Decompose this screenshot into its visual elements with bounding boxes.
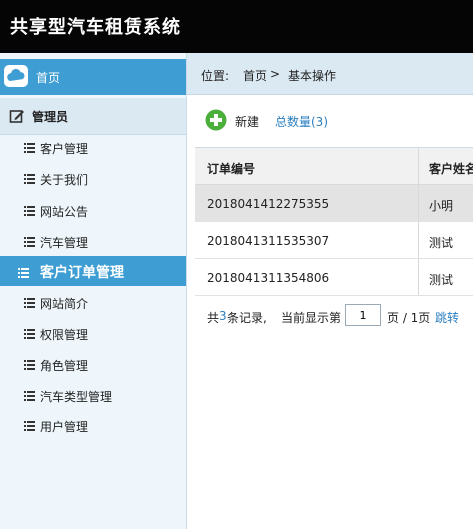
sidebar-item-home[interactable]: 首页	[0, 59, 186, 95]
sidebar-item-permissions[interactable]: 权限管理	[0, 318, 186, 348]
pager-current-label: 当前显示第	[281, 311, 342, 325]
pager-total-pages: 页 / 1页	[387, 311, 431, 325]
list-icon	[24, 359, 35, 370]
plus-circle-icon	[205, 109, 227, 131]
sidebar-item-label: 权限管理	[40, 328, 89, 342]
column-divider	[418, 185, 419, 221]
sidebar-item-label: 网站简介	[40, 297, 89, 311]
table-row[interactable]: 2018041311535307 测试	[195, 222, 473, 259]
sidebar-item-label: 汽车类型管理	[40, 390, 113, 404]
pager-records-suffix: 条记录,	[227, 311, 267, 325]
order-no-cell: 2018041311535307	[207, 234, 330, 248]
sidebar-item-label: 客户管理	[40, 142, 89, 156]
total-count-link[interactable]: 总数量(3)	[275, 113, 328, 130]
sidebar: 首页 管理员 客户管理 关于我们 网站公告 汽车管理 客户订单管理 网站简介 权…	[0, 53, 187, 529]
list-icon	[24, 205, 35, 216]
main-content: 位置: 首页 > 基本操作 新建 总数量(3) 订单编号 客户姓名 201804…	[187, 53, 473, 529]
new-button-label: 新建	[235, 115, 260, 129]
sidebar-item-label: 用户管理	[40, 420, 89, 434]
column-header-order-no[interactable]: 订单编号	[207, 160, 255, 177]
sidebar-item-users[interactable]: 用户管理	[0, 410, 186, 440]
list-icon	[24, 173, 35, 184]
column-divider	[418, 148, 419, 184]
list-icon	[24, 236, 35, 247]
sidebar-item-car[interactable]: 汽车管理	[0, 226, 186, 256]
sidebar-item-label: 关于我们	[40, 173, 89, 187]
customer-cell: 测试	[429, 236, 454, 250]
pager-record-count: 3	[219, 309, 227, 323]
new-button[interactable]: 新建	[205, 109, 267, 135]
sidebar-item-about[interactable]: 关于我们	[0, 163, 186, 193]
orders-table: 订单编号 客户姓名 20180414122753​55 小明 201804131…	[195, 147, 473, 296]
sidebar-item-label: 首页	[36, 71, 61, 85]
sidebar-item-site-intro[interactable]: 网站简介	[0, 287, 186, 317]
breadcrumb-home-link[interactable]: 首页	[243, 67, 267, 84]
list-icon	[24, 390, 35, 401]
sidebar-item-announcement[interactable]: 网站公告	[0, 195, 186, 225]
column-divider	[418, 259, 419, 295]
breadcrumb-separator: >	[270, 67, 281, 81]
sidebar-item-roles[interactable]: 角色管理	[0, 349, 186, 379]
column-divider	[418, 222, 419, 258]
app-title: 共享型汽车租赁系统	[10, 17, 181, 38]
sidebar-item-car-types[interactable]: 汽车类型管理	[0, 380, 186, 410]
breadcrumb: 位置: 首页 > 基本操作	[187, 53, 473, 95]
breadcrumb-current: 基本操作	[288, 69, 337, 83]
list-icon	[24, 297, 35, 308]
order-no-cell: 20180414122753​55	[207, 197, 330, 211]
column-header-customer[interactable]: 客户姓名	[429, 160, 473, 177]
list-icon	[24, 420, 35, 431]
list-icon	[18, 266, 29, 278]
sidebar-item-customer-orders[interactable]: 客户订单管理	[0, 256, 186, 286]
page-number-input[interactable]	[345, 304, 381, 326]
top-bar: 共享型汽车租赁系统	[0, 0, 473, 53]
section-label: 管理员	[32, 110, 69, 124]
sidebar-item-label: 网站公告	[40, 205, 89, 219]
sidebar-item-label: 客户订单管理	[40, 265, 124, 281]
cloud-icon	[4, 65, 28, 87]
list-icon	[24, 142, 35, 153]
sidebar-item-customer[interactable]: 客户管理	[0, 132, 186, 162]
list-icon	[24, 328, 35, 339]
customer-cell: 小明	[429, 199, 454, 213]
table-row[interactable]: 2018041311354806 测试	[195, 259, 473, 296]
pager-prefix: 共	[207, 311, 220, 325]
edit-icon	[9, 108, 25, 124]
sidebar-item-label: 汽车管理	[40, 236, 89, 250]
sidebar-section-admin[interactable]: 管理员	[0, 98, 186, 135]
sidebar-item-label: 角色管理	[40, 359, 89, 373]
table-header-row: 订单编号 客户姓名	[195, 148, 473, 185]
pager-jump-link[interactable]: 跳转	[435, 309, 459, 326]
breadcrumb-label: 位置:	[201, 69, 230, 83]
table-row[interactable]: 20180414122753​55 小明	[195, 185, 473, 222]
order-no-cell: 2018041311354806	[207, 271, 330, 285]
customer-cell: 测试	[429, 273, 454, 287]
